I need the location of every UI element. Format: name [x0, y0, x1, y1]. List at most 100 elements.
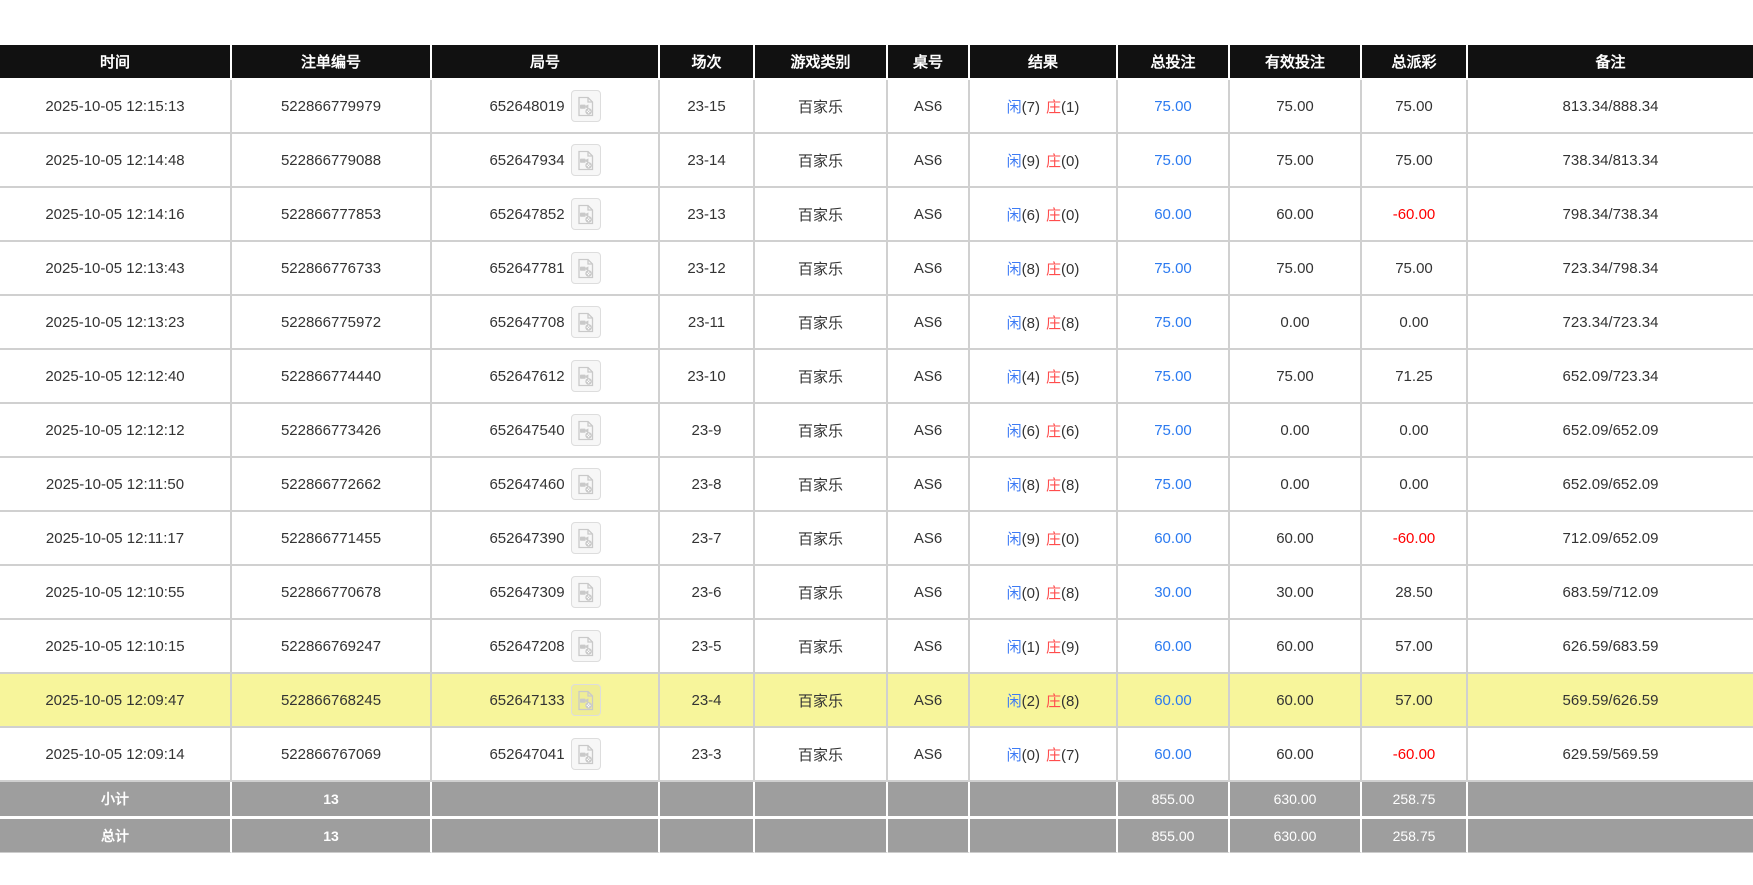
result-cell: 闲(6)庄(6)	[970, 404, 1118, 458]
session-cell: 23-15	[660, 80, 755, 134]
valid-bet-cell: 60.00	[1230, 188, 1362, 242]
remark-cell: 569.59/626.59	[1468, 674, 1753, 728]
result-banker-score: (9)	[1061, 639, 1079, 656]
video-playback-button[interactable]	[571, 144, 601, 176]
video-playback-button[interactable]	[571, 576, 601, 608]
round-cell: 652647133	[432, 674, 660, 728]
result-player-group: 闲(8)	[1007, 315, 1040, 332]
payout-cell: 0.00	[1362, 404, 1468, 458]
round-id-wrap: 652647041	[489, 738, 600, 770]
result-banker-group: 庄(0)	[1046, 261, 1079, 278]
valid-bet-cell: 0.00	[1230, 296, 1362, 350]
result-cell: 闲(2) 庄(8)	[970, 674, 1118, 728]
total-bet-value[interactable]: 30.00	[1154, 584, 1192, 601]
video-playback-button[interactable]	[571, 306, 601, 338]
valid-bet-cell: 60.00	[1230, 512, 1362, 566]
result-cell: 闲(9)庄(0)	[970, 512, 1118, 566]
valid-bet-cell: 75.00	[1230, 242, 1362, 296]
result-banker-label: 庄	[1046, 153, 1061, 170]
video-playback-button[interactable]	[571, 360, 601, 392]
result-player-group: 闲(7)	[1007, 99, 1040, 116]
session-cell: 23-12	[660, 242, 755, 296]
total-bet-value[interactable]: 60.00	[1154, 206, 1192, 223]
round-id-value: 652647309	[489, 584, 564, 601]
col-header-round-id: 局号	[432, 45, 660, 80]
video-playback-button[interactable]	[571, 90, 601, 122]
subtotal-payout: 258.75	[1362, 782, 1468, 819]
video-playback-button[interactable]	[571, 684, 601, 716]
video-playback-button[interactable]	[571, 468, 601, 500]
grand-total-payout: 258.75	[1362, 819, 1468, 853]
empty-cell	[888, 819, 970, 853]
total-bet-value[interactable]: 75.00	[1154, 314, 1192, 331]
result-player-label: 闲	[1007, 261, 1022, 278]
payout-cell: 71.25	[1362, 350, 1468, 404]
time-cell: 2025-10-05 12:09:47	[0, 674, 232, 728]
result-player-score: (2)	[1022, 693, 1040, 710]
round-id-wrap: 652647708	[489, 306, 600, 338]
total-bet-value[interactable]: 75.00	[1154, 98, 1192, 115]
video-playback-button[interactable]	[571, 198, 601, 230]
remark-cell: 738.34/813.34	[1468, 134, 1753, 188]
total-bet-value[interactable]: 75.00	[1154, 368, 1192, 385]
round-cell: 652647208	[432, 620, 660, 674]
round-cell: 652647041	[432, 728, 660, 782]
table-footer: 小计 13 855.00 630.00 258.75 总计 13 855.00 …	[0, 782, 1753, 853]
table-no-cell: AS6	[888, 566, 970, 620]
total-bet-cell: 75.00	[1118, 350, 1230, 404]
table-row: 2025-10-05 12:14:16522866777853652647852…	[0, 188, 1753, 242]
total-bet-cell: 75.00	[1118, 296, 1230, 350]
video-playback-button[interactable]	[571, 738, 601, 770]
valid-bet-cell: 0.00	[1230, 404, 1362, 458]
total-bet-value[interactable]: 75.00	[1154, 422, 1192, 439]
round-cell: 652648019	[432, 80, 660, 134]
video-file-icon	[577, 420, 594, 441]
payout-cell: 28.50	[1362, 566, 1468, 620]
round-id-value: 652647540	[489, 422, 564, 439]
total-bet-value[interactable]: 75.00	[1154, 260, 1192, 277]
time-cell: 2025-10-05 12:14:48	[0, 134, 232, 188]
result-banker-group: 庄(8)	[1046, 693, 1079, 710]
result-player-label: 闲	[1007, 693, 1022, 710]
result-banker-group: 庄(7)	[1046, 747, 1079, 764]
total-bet-value[interactable]: 75.00	[1154, 476, 1192, 493]
subtotal-total-bet: 855.00	[1118, 782, 1230, 819]
bet-id-cell: 522866769247	[232, 620, 432, 674]
col-header-bet-id: 注单编号	[232, 45, 432, 80]
video-file-icon	[577, 96, 594, 117]
game-type-cell: 百家乐	[755, 188, 888, 242]
result-player-group: 闲(2)	[1007, 693, 1040, 710]
video-playback-button[interactable]	[571, 414, 601, 446]
video-playback-button[interactable]	[571, 522, 601, 554]
round-id-value: 652647390	[489, 530, 564, 547]
video-playback-button[interactable]	[571, 630, 601, 662]
total-bet-cell: 60.00	[1118, 674, 1230, 728]
result-banker-group: 庄(0)	[1046, 531, 1079, 548]
total-bet-value[interactable]: 60.00	[1154, 746, 1192, 763]
col-header-time: 时间	[0, 45, 232, 80]
bet-id-cell: 522866768245	[232, 674, 432, 728]
payout-cell: 0.00	[1362, 296, 1468, 350]
round-id-wrap: 652647133	[489, 684, 600, 716]
video-playback-button[interactable]	[571, 252, 601, 284]
round-id-wrap: 652647852	[489, 198, 600, 230]
result-banker-group: 庄(8)	[1046, 585, 1079, 602]
empty-cell	[755, 819, 888, 853]
round-id-value: 652647612	[489, 368, 564, 385]
table-row: 2025-10-05 12:09:14522866767069652647041…	[0, 728, 1753, 782]
total-bet-value[interactable]: 75.00	[1154, 152, 1192, 169]
total-bet-value[interactable]: 60.00	[1154, 638, 1192, 655]
result-cell: 闲(0)庄(8)	[970, 566, 1118, 620]
game-type-cell: 百家乐	[755, 674, 888, 728]
col-header-total-bet: 总投注	[1118, 45, 1230, 80]
video-file-icon	[577, 150, 594, 171]
round-cell: 652647460	[432, 458, 660, 512]
empty-cell	[660, 819, 755, 853]
payout-cell: 57.00	[1362, 620, 1468, 674]
total-bet-value[interactable]: 60.00	[1154, 530, 1192, 547]
result-player-label: 闲	[1007, 585, 1022, 602]
subtotal-count: 13	[232, 782, 432, 819]
time-cell: 2025-10-05 12:13:23	[0, 296, 232, 350]
total-bet-value[interactable]: 60.00	[1154, 692, 1192, 709]
time-cell: 2025-10-05 12:10:15	[0, 620, 232, 674]
